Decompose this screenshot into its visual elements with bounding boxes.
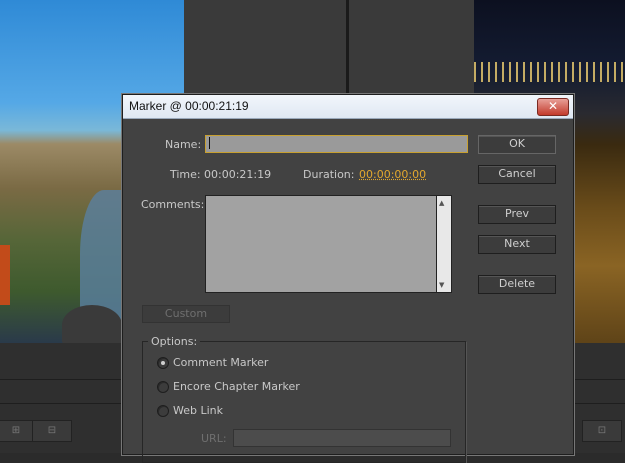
comments-scrollbar[interactable]: ▲ ▼ [436, 195, 452, 293]
close-button[interactable]: ✕ [537, 98, 569, 116]
comments-label: Comments: [141, 198, 205, 211]
delete-button[interactable]: Delete [478, 275, 556, 294]
duration-value[interactable]: 00:00:00:00 [359, 168, 426, 181]
custom-button[interactable]: Custom [142, 305, 230, 323]
comment-marker-label[interactable]: Comment Marker [173, 356, 268, 369]
ok-button[interactable]: OK [478, 135, 556, 154]
preview-foreground [0, 245, 10, 305]
overwrite-icon[interactable]: ⊟ [32, 420, 72, 442]
comment-marker-radio[interactable] [157, 357, 169, 369]
duration-label: Duration: [303, 168, 355, 181]
marker-dialog: Marker @ 00:00:21:19 ✕ Name: Time: 00:00… [122, 94, 574, 463]
dialog-titlebar[interactable]: Marker @ 00:00:21:19 ✕ [123, 95, 573, 119]
time-label: Time: [170, 168, 201, 181]
preview-rock [62, 305, 122, 343]
comments-textarea[interactable] [205, 195, 437, 293]
name-label: Name: [165, 138, 202, 151]
web-link-radio[interactable] [157, 405, 169, 417]
next-button[interactable]: Next [478, 235, 556, 254]
encore-chapter-marker-radio[interactable] [157, 381, 169, 393]
settings-icon[interactable]: ⊡ [582, 420, 622, 442]
export-frame-icon[interactable]: ⊞ [0, 420, 36, 442]
monitor-top-panel [184, 0, 474, 95]
text-caret [209, 137, 210, 149]
url-label: URL: [201, 432, 227, 445]
preview-city-lights [474, 62, 625, 82]
scroll-down-icon[interactable]: ▼ [439, 281, 444, 289]
url-input[interactable] [233, 429, 451, 447]
web-link-label[interactable]: Web Link [173, 404, 223, 417]
close-icon: ✕ [547, 99, 559, 113]
encore-chapter-marker-label[interactable]: Encore Chapter Marker [173, 380, 300, 393]
scroll-up-icon[interactable]: ▲ [439, 199, 444, 207]
cancel-button[interactable]: Cancel [478, 165, 556, 184]
dialog-title: Marker @ 00:00:21:19 [129, 99, 249, 113]
panel-divider [346, 0, 349, 95]
name-input[interactable] [205, 135, 468, 153]
prev-button[interactable]: Prev [478, 205, 556, 224]
time-value: 00:00:21:19 [204, 168, 272, 181]
options-legend: Options: [148, 335, 201, 348]
